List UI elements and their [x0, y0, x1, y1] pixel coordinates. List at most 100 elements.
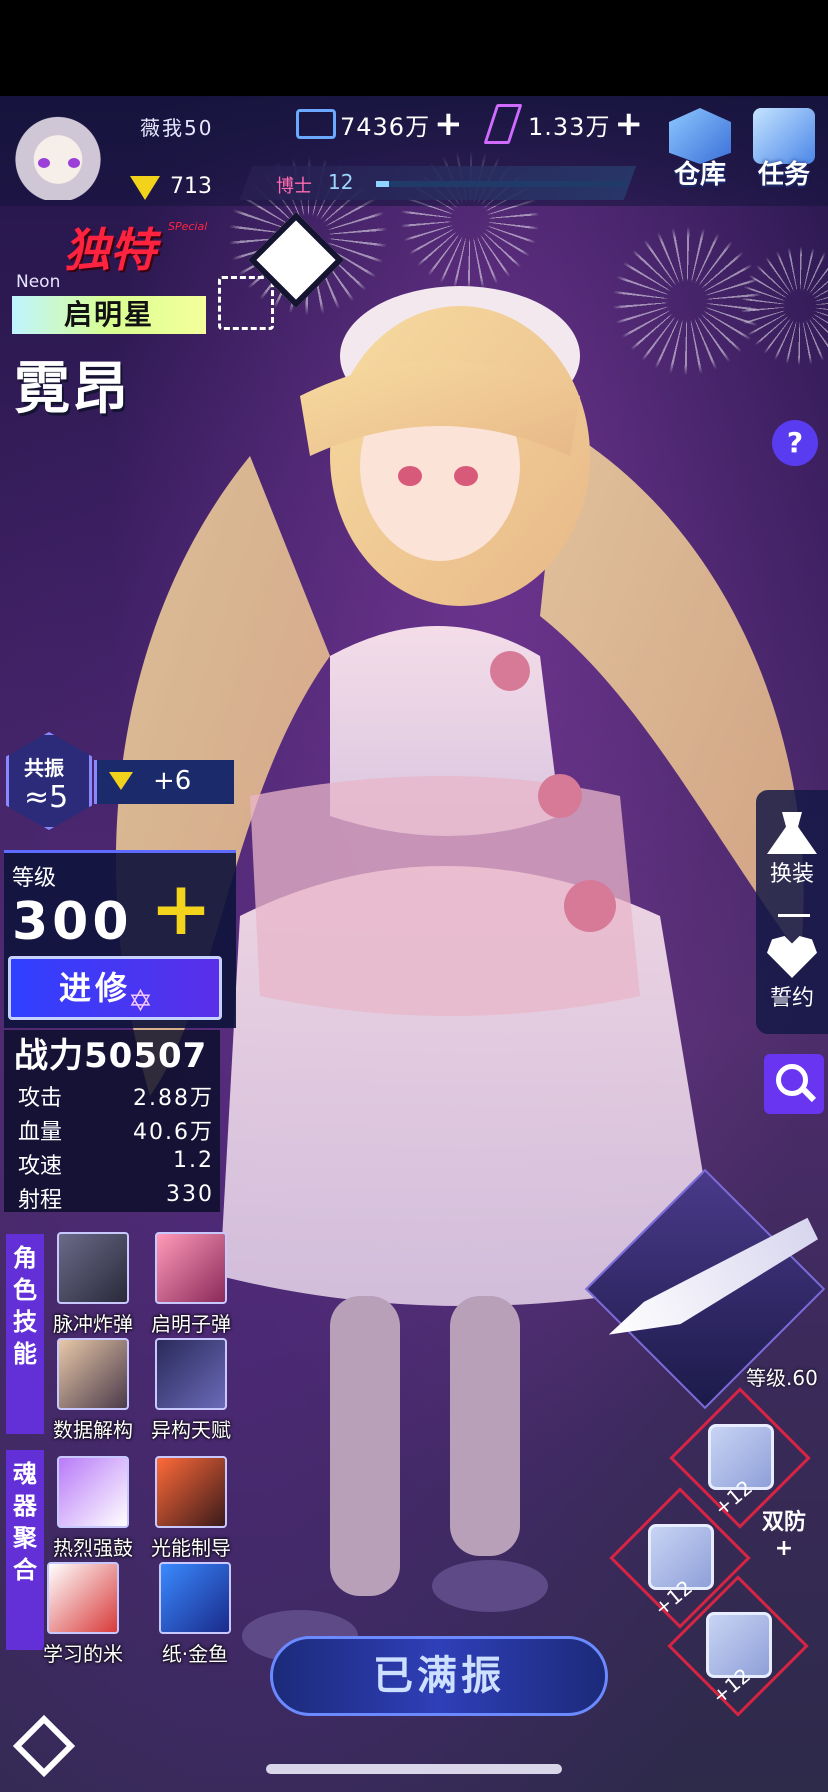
- doctor-level: 12: [328, 170, 354, 194]
- outfit-button[interactable]: 换装: [756, 812, 828, 888]
- level-value: 300: [12, 892, 133, 952]
- skill-icon: [57, 1338, 129, 1410]
- side-divider: [778, 914, 810, 917]
- home-indicator[interactable]: [266, 1764, 562, 1774]
- skill-pulse-bomb[interactable]: 脉冲炸弹: [38, 1232, 148, 1337]
- weapon-type-icon: [218, 276, 274, 330]
- search-icon-handle: [801, 1087, 817, 1103]
- gear-slot-1[interactable]: +12: [669, 1387, 811, 1529]
- avatar-eye: [38, 158, 50, 168]
- level-title: 等级: [12, 866, 57, 891]
- skill-qiming-bullet[interactable]: 启明子弹: [136, 1232, 246, 1337]
- character-name: 霓昂: [14, 357, 130, 422]
- resonance-label: 共振: [24, 756, 64, 780]
- faction-name: 启明星: [63, 298, 154, 331]
- stat-value: 1.2: [173, 1148, 214, 1173]
- resonance-level-value: 5: [49, 780, 69, 815]
- advance-button[interactable]: 进修 ✡: [8, 956, 222, 1020]
- warehouse-icon: [669, 108, 731, 164]
- resonance-bonus: +6: [94, 760, 234, 804]
- skill-icon: [57, 1232, 129, 1304]
- soul-item-goldfish[interactable]: 纸·金鱼: [140, 1562, 250, 1667]
- crystal-add-button[interactable]: +: [614, 107, 643, 141]
- doctor-progress-fill: [376, 181, 389, 187]
- soul-label: 光能制导: [151, 1536, 231, 1560]
- status-bar: [0, 0, 828, 96]
- rank-value: 713: [170, 174, 212, 199]
- soul-label: 纸·金鱼: [161, 1642, 229, 1666]
- doctor-label: 博士: [276, 176, 312, 197]
- rarity-sub-label: SPecial: [168, 220, 208, 233]
- gold-value: 7436万: [340, 112, 431, 141]
- gear-slot-3[interactable]: +12: [667, 1575, 809, 1717]
- gold-add-button[interactable]: +: [434, 107, 463, 141]
- tasks-button[interactable]: 任务: [748, 108, 820, 196]
- stat-value: 330: [166, 1182, 214, 1207]
- resonance-bonus-value: +6: [153, 766, 192, 796]
- back-button[interactable]: [8, 1710, 80, 1782]
- skill-label: 数据解构: [53, 1418, 133, 1442]
- dual-defense-tag[interactable]: 双防+: [756, 1510, 812, 1562]
- back-icon: [12, 1714, 76, 1778]
- skill-heterogeneous-talent[interactable]: 异构天赋: [136, 1338, 246, 1443]
- player-avatar[interactable]: [8, 110, 108, 200]
- resonance-level: ≈5: [24, 780, 69, 815]
- skill-icon: [155, 1232, 227, 1304]
- rarity-label: 独特: [64, 223, 156, 277]
- firework: [740, 246, 828, 366]
- skill-data-deconstruct[interactable]: 数据解构: [38, 1338, 148, 1443]
- stat-row: 射程 330: [18, 1182, 214, 1214]
- soul-label: 学习的米: [43, 1642, 123, 1666]
- weapon-level: 等级.60: [746, 1366, 818, 1390]
- soul-label: 热烈强鼓: [53, 1536, 133, 1560]
- crystal-icon: [483, 104, 523, 144]
- skill-label: 异构天赋: [151, 1418, 231, 1442]
- advance-label: 进修: [58, 969, 131, 1007]
- faction-english: Neon: [16, 272, 61, 292]
- crystal-value: 1.33万: [528, 112, 611, 141]
- stat-label: 血量: [18, 1120, 63, 1145]
- goldfish-icon: [159, 1562, 231, 1634]
- help-button[interactable]: ?: [772, 420, 818, 466]
- warehouse-button[interactable]: 仓库: [664, 108, 736, 196]
- heart-icon: [767, 936, 817, 978]
- skill-label: 启明子弹: [151, 1312, 231, 1336]
- doctor-progress-bar: [376, 181, 626, 187]
- skill-icon: [155, 1338, 227, 1410]
- combat-power: 战力50507: [14, 1036, 208, 1076]
- soul-item-guidance[interactable]: 光能制导: [136, 1456, 246, 1561]
- stat-label: 攻速: [18, 1154, 63, 1179]
- rank-icon: [109, 772, 133, 790]
- search-button[interactable]: [764, 1054, 824, 1114]
- rank-icon: [130, 176, 160, 200]
- stat-value: 40.6万: [133, 1120, 214, 1145]
- outfit-label: 换装: [769, 862, 814, 887]
- vow-label: 誓约: [769, 986, 814, 1011]
- avatar-eye: [68, 158, 80, 168]
- dress-icon: [767, 812, 817, 854]
- guidance-icon: [155, 1456, 227, 1528]
- stat-value: 2.88万: [133, 1086, 214, 1111]
- rice-bag-icon: [47, 1562, 119, 1634]
- star-icon: ✡: [127, 984, 157, 1019]
- stat-label: 射程: [18, 1188, 63, 1213]
- vow-button[interactable]: 誓约: [756, 936, 828, 1012]
- max-resonance-label: 已满振: [373, 1653, 505, 1699]
- player-name: 薇我50: [140, 116, 214, 140]
- level-up-button[interactable]: +: [150, 872, 212, 946]
- stat-row: 血量 40.6万: [18, 1114, 214, 1146]
- stat-row: 攻速 1.2: [18, 1148, 214, 1180]
- skill-label: 脉冲炸弹: [53, 1312, 133, 1336]
- soul-item-rice[interactable]: 学习的米: [28, 1562, 138, 1667]
- stat-row: 攻击 2.88万: [18, 1080, 214, 1112]
- stat-label: 攻击: [18, 1086, 63, 1111]
- gold-resource: 7436万 +: [296, 104, 463, 144]
- tasks-label: 任务: [757, 160, 810, 190]
- max-resonance-button[interactable]: 已满振: [270, 1636, 608, 1716]
- gold-icon: [296, 109, 336, 139]
- soul-item-drum[interactable]: 热烈强鼓: [38, 1456, 148, 1561]
- crystal-resource: 1.33万 +: [483, 104, 643, 144]
- gear-slot-2[interactable]: +12: [609, 1487, 751, 1629]
- faction-badge: 启明星: [12, 296, 206, 334]
- drum-icon: [57, 1456, 129, 1528]
